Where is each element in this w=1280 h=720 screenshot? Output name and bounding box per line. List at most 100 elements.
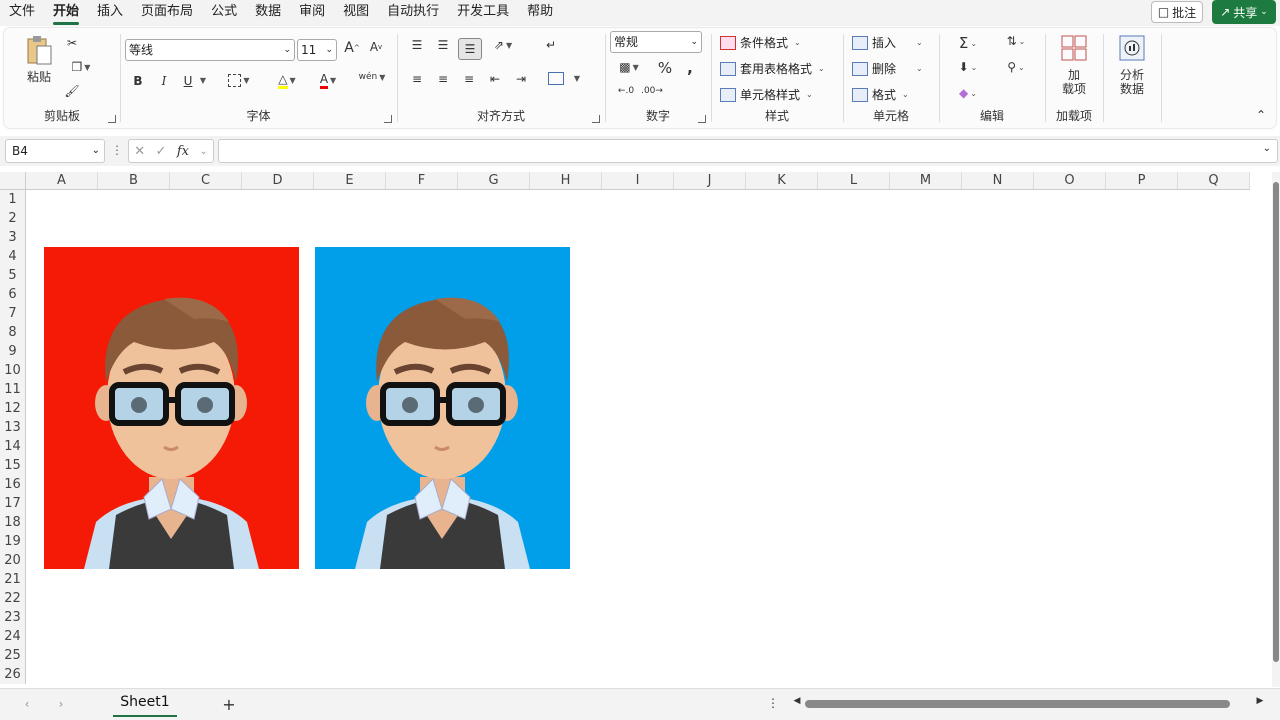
row-header[interactable]: 6 <box>0 285 25 304</box>
scroll-left-icon[interactable]: ◀ <box>792 696 802 706</box>
grow-font-icon[interactable]: A ^ <box>343 40 361 56</box>
number-format-combo[interactable]: 常规 ⌄ <box>610 31 702 53</box>
tab-split-icon[interactable]: ⋮ <box>767 696 779 710</box>
font-launcher-icon[interactable] <box>384 115 392 123</box>
comma-style-icon[interactable]: , <box>684 59 696 77</box>
column-header[interactable]: A <box>26 172 98 189</box>
column-header[interactable]: O <box>1034 172 1106 189</box>
conditional-format-button[interactable]: 条件格式 ⌄ <box>720 34 801 51</box>
copy-icon[interactable]: ❐ ▼ <box>64 60 98 74</box>
menu-tab-0[interactable]: 文件 <box>0 0 44 26</box>
menu-tab-9[interactable]: 开发工具 <box>448 0 518 26</box>
column-header[interactable]: D <box>242 172 314 189</box>
column-header[interactable]: Q <box>1178 172 1250 189</box>
red-background-photo[interactable] <box>44 247 299 569</box>
row-header[interactable]: 14 <box>0 437 25 456</box>
collapse-ribbon-icon[interactable]: ⌃ <box>1254 108 1268 122</box>
column-header[interactable]: G <box>458 172 530 189</box>
addins-button[interactable]: 加 载项 <box>1046 68 1102 96</box>
column-header[interactable]: J <box>674 172 746 189</box>
insert-function-button[interactable]: fx <box>177 144 189 159</box>
row-header[interactable]: 12 <box>0 399 25 418</box>
underline-dropdown-icon[interactable]: ▼ <box>197 76 207 85</box>
row-header[interactable]: 9 <box>0 342 25 361</box>
menu-tab-2[interactable]: 插入 <box>88 0 132 26</box>
number-launcher-icon[interactable] <box>698 115 706 123</box>
sort-filter-icon[interactable]: ⇅ ⌄ <box>998 34 1034 48</box>
horizontal-scroll-thumb[interactable] <box>805 700 1230 708</box>
row-header[interactable]: 3 <box>0 228 25 247</box>
cut-icon[interactable]: ✂ <box>64 36 80 50</box>
row-header[interactable]: 17 <box>0 494 25 513</box>
row-header[interactable]: 1 <box>0 190 25 209</box>
column-header[interactable]: E <box>314 172 386 189</box>
row-header[interactable]: 24 <box>0 627 25 646</box>
increase-indent-icon[interactable]: ⇥ <box>512 72 530 86</box>
format-as-table-button[interactable]: 套用表格格式 ⌄ <box>720 60 825 77</box>
align-bottom-icon[interactable]: ☰ <box>458 38 482 60</box>
row-header[interactable]: 15 <box>0 456 25 475</box>
row-header[interactable]: 22 <box>0 589 25 608</box>
phonetic-icon[interactable]: wén ▼ <box>357 72 387 82</box>
underline-button[interactable]: U <box>181 74 195 88</box>
font-color-icon[interactable]: A ▼ <box>311 72 345 89</box>
name-box[interactable]: B4 ⌄ <box>5 139 105 163</box>
vertical-scrollbar[interactable] <box>1272 172 1280 687</box>
autosum-icon[interactable]: Σ ⌄ <box>950 34 986 52</box>
column-header[interactable]: N <box>962 172 1034 189</box>
paste-icon[interactable] <box>24 34 54 66</box>
row-header[interactable]: 18 <box>0 513 25 532</box>
row-header[interactable]: 13 <box>0 418 25 437</box>
prev-sheet-icon[interactable]: ‹ <box>20 697 34 711</box>
menu-tab-7[interactable]: 视图 <box>334 0 378 26</box>
menu-tab-5[interactable]: 数据 <box>246 0 290 26</box>
column-header[interactable]: B <box>98 172 170 189</box>
font-size-combo[interactable]: 11 ⌄ <box>297 39 337 61</box>
chevron-down-icon[interactable]: ⌄ <box>199 146 207 157</box>
fill-color-icon[interactable]: △ ▼ <box>271 72 303 89</box>
accounting-format-icon[interactable]: ▩ ▼ <box>614 60 644 74</box>
italic-button[interactable]: I <box>157 74 171 88</box>
row-header[interactable]: 16 <box>0 475 25 494</box>
row-header[interactable]: 4 <box>0 247 25 266</box>
decrease-decimal-icon[interactable]: .00→ <box>641 86 663 96</box>
bold-button[interactable]: B <box>131 74 145 88</box>
row-header[interactable]: 8 <box>0 323 25 342</box>
font-name-combo[interactable]: 等线 ⌄ <box>125 39 295 61</box>
clipboard-launcher-icon[interactable] <box>108 115 116 123</box>
formula-input[interactable]: ⌄ <box>218 139 1278 163</box>
align-left-icon[interactable]: ≡ <box>408 72 426 86</box>
column-header[interactable]: F <box>386 172 458 189</box>
border-icon[interactable]: ▼ <box>223 74 255 87</box>
align-top-icon[interactable]: ☰ <box>408 38 426 52</box>
paste-button[interactable]: 粘贴 <box>22 68 56 85</box>
merge-center-icon[interactable]: ▼ <box>542 72 586 85</box>
align-center-icon[interactable]: ≡ <box>434 72 452 86</box>
percent-icon[interactable]: % <box>656 59 674 77</box>
find-select-icon[interactable]: ⚲ ⌄ <box>998 60 1034 74</box>
more-options-icon[interactable]: ⋮ <box>111 143 123 157</box>
menu-tab-3[interactable]: 页面布局 <box>132 0 202 26</box>
select-all-corner[interactable] <box>0 172 26 190</box>
row-header[interactable]: 21 <box>0 570 25 589</box>
fill-icon[interactable]: ⬇ ⌄ <box>950 60 986 74</box>
row-header[interactable]: 2 <box>0 209 25 228</box>
enter-icon[interactable]: ✓ <box>156 144 167 159</box>
wrap-text-icon[interactable]: ↵ <box>542 38 560 52</box>
column-header[interactable]: C <box>170 172 242 189</box>
row-header[interactable]: 20 <box>0 551 25 570</box>
scroll-right-icon[interactable]: ▶ <box>1255 696 1265 706</box>
insert-cells-button[interactable]: 插入 ⌄ <box>852 34 923 51</box>
column-header[interactable]: L <box>818 172 890 189</box>
vertical-scroll-thumb[interactable] <box>1273 182 1279 662</box>
blue-background-photo[interactable] <box>315 247 570 569</box>
format-painter-icon[interactable]: 🖌 <box>64 84 80 98</box>
shrink-font-icon[interactable]: Av <box>367 40 385 54</box>
align-right-icon[interactable]: ≡ <box>460 72 478 86</box>
menu-tab-10[interactable]: 帮助 <box>518 0 562 26</box>
addins-icon[interactable] <box>1060 34 1088 62</box>
column-header[interactable]: H <box>530 172 602 189</box>
format-cells-button[interactable]: 格式 ⌄ <box>852 86 909 103</box>
analyze-data-button[interactable]: 分析 数据 <box>1104 68 1160 96</box>
clear-icon[interactable]: ◆ ⌄ <box>950 86 986 100</box>
